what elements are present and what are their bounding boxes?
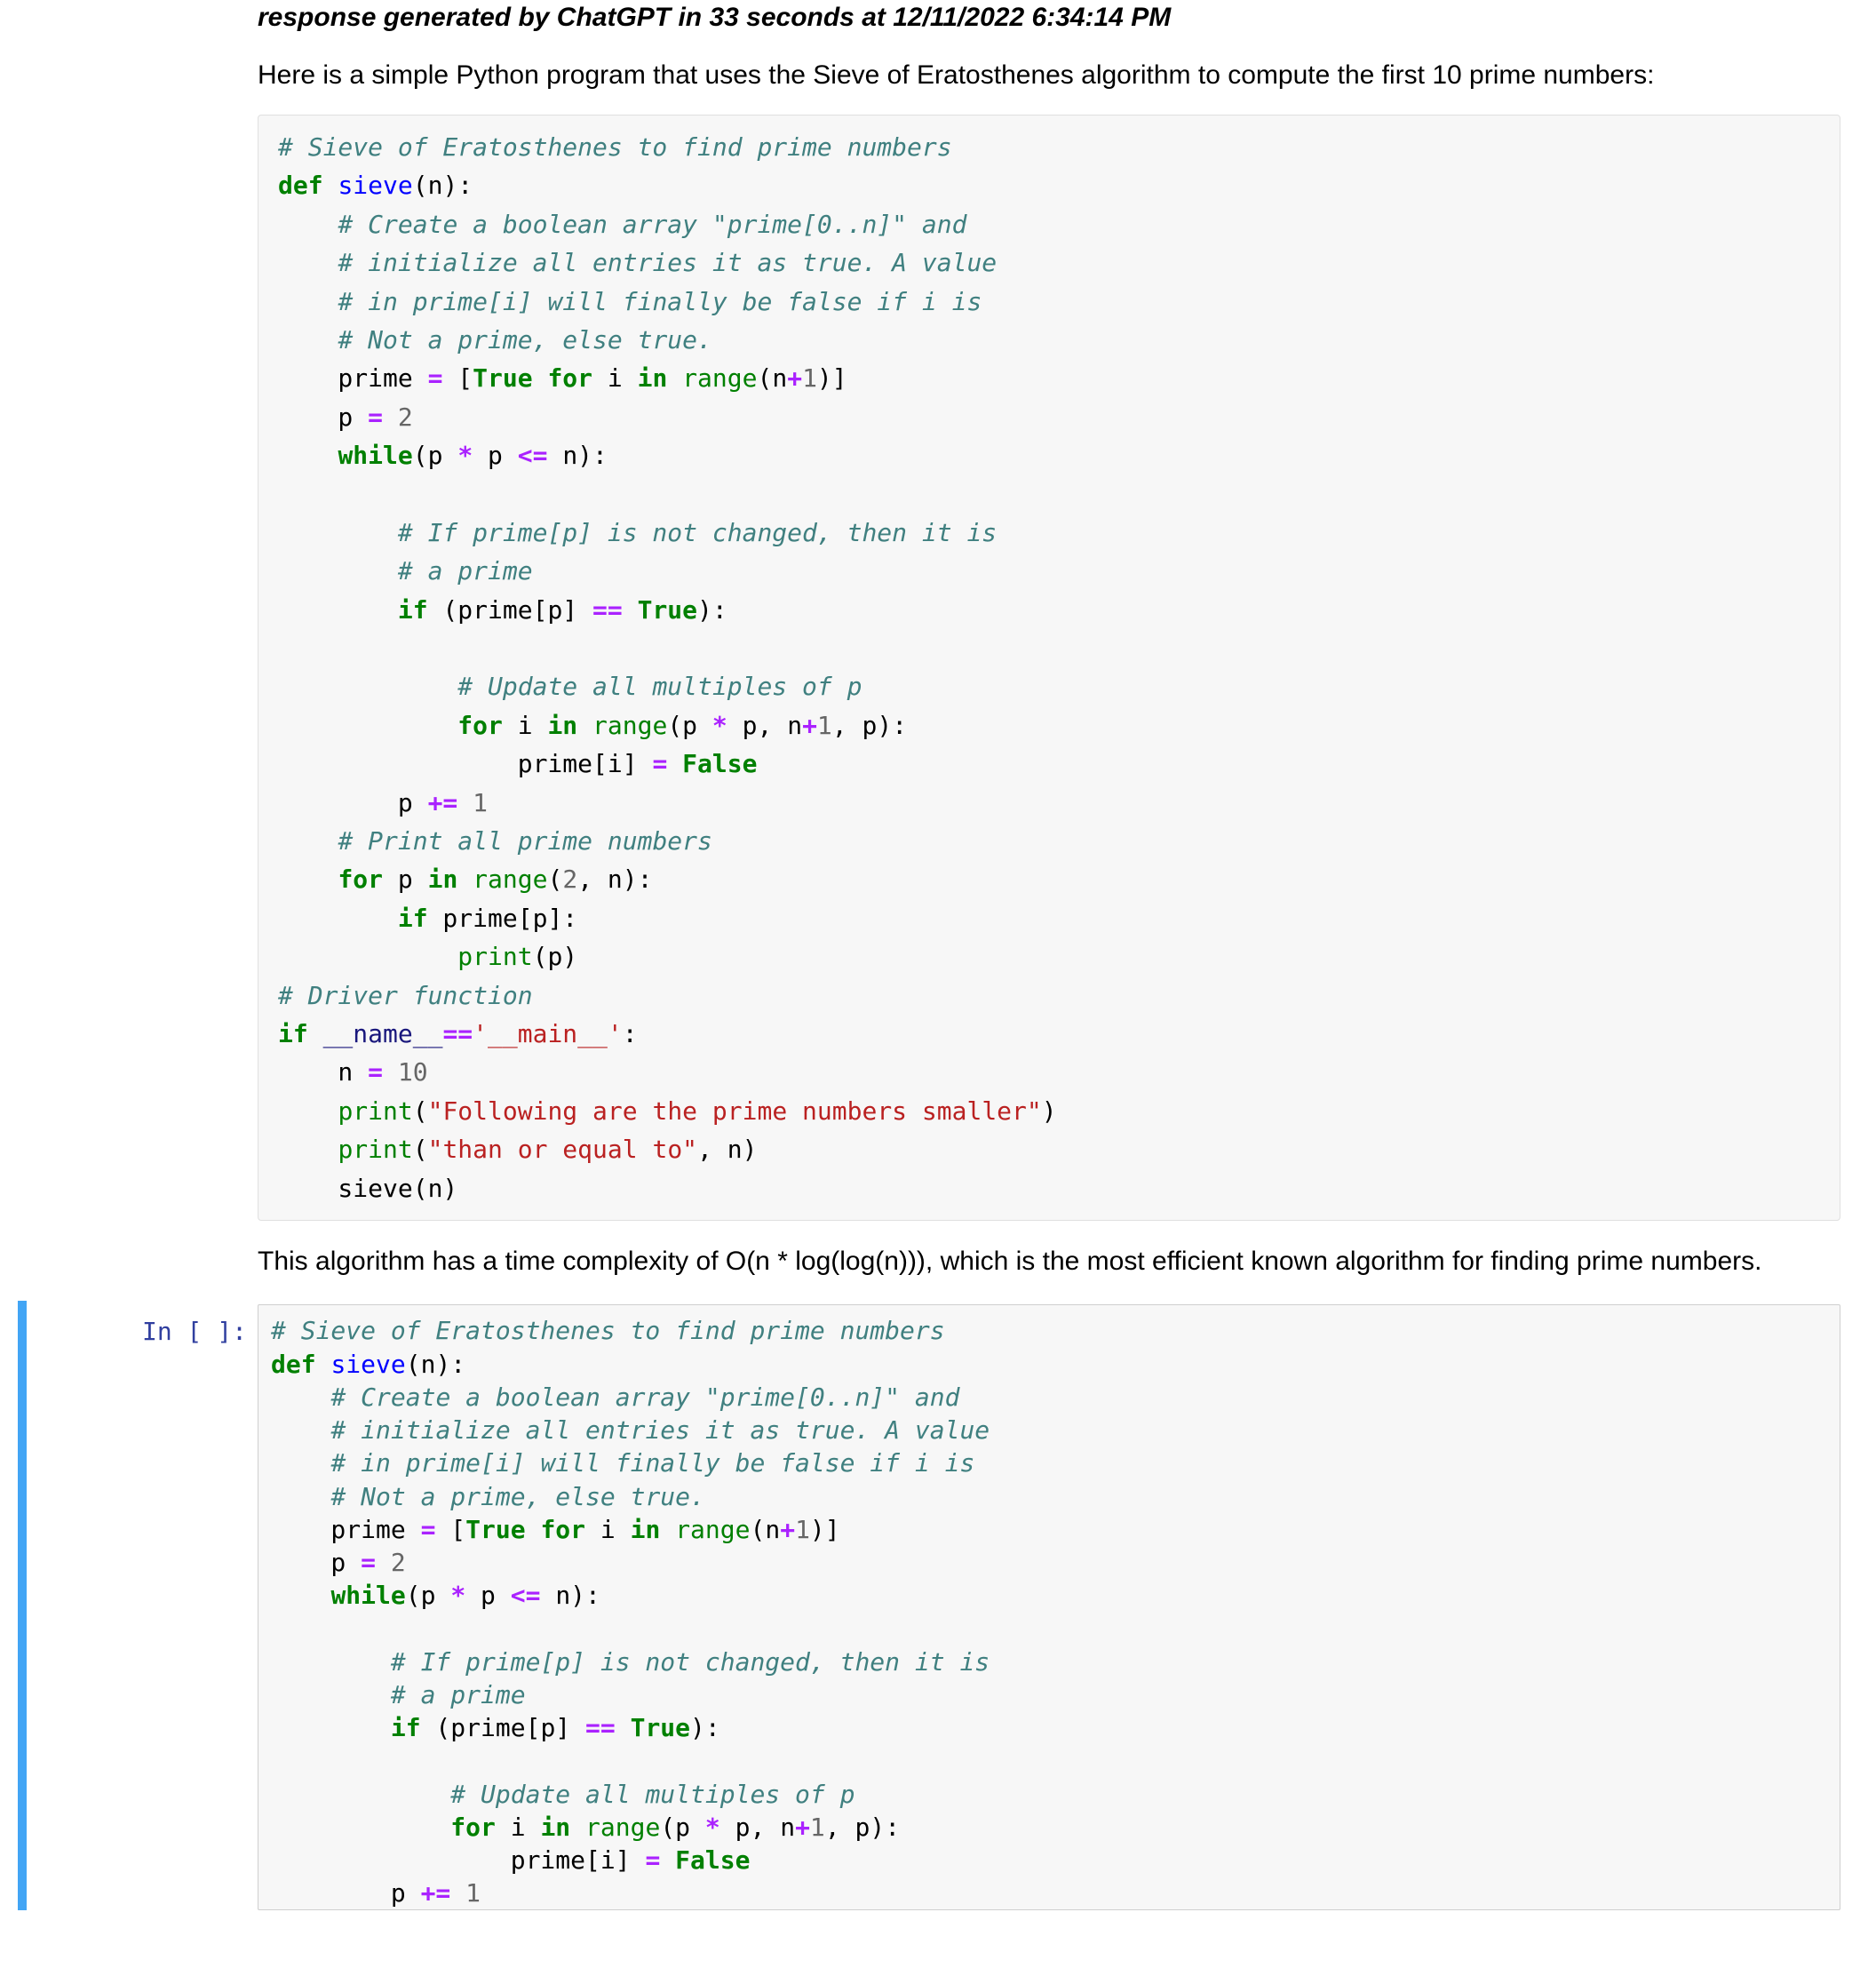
response-meta: response generated by ChatGPT in 33 seco…	[258, 0, 1840, 36]
markdown-cell: response generated by ChatGPT in 33 seco…	[18, 0, 1876, 1301]
notebook-page: response generated by ChatGPT in 33 seco…	[0, 0, 1876, 1910]
code-cell-selected[interactable]: In [ ]: # Sieve of Eratosthenes to find …	[18, 1301, 1876, 1910]
intro-text: Here is a simple Python program that use…	[258, 58, 1840, 94]
code-editor[interactable]: # Sieve of Eratosthenes to find prime nu…	[258, 1304, 1840, 1910]
prompt-gutter	[27, 0, 258, 1301]
rendered-code-block: # Sieve of Eratosthenes to find prime nu…	[258, 115, 1840, 1221]
trailing-text: This algorithm has a time complexity of …	[258, 1244, 1840, 1280]
markdown-body: response generated by ChatGPT in 33 seco…	[258, 0, 1876, 1301]
input-prompt: In [ ]:	[27, 1304, 258, 1346]
